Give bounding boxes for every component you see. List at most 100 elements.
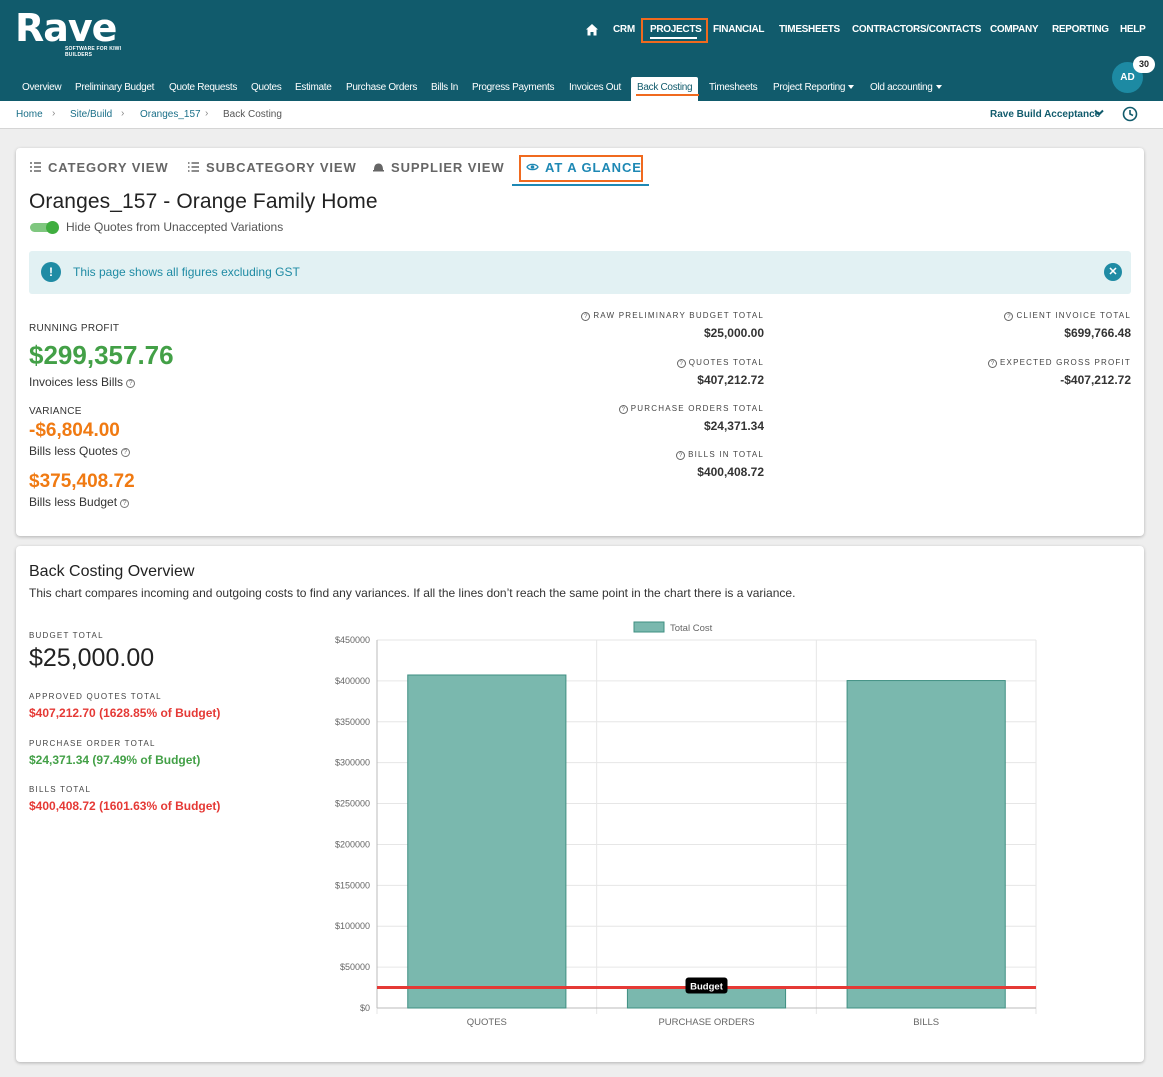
variance-label: VARIANCE <box>29 406 82 417</box>
x-tick-label: BILLS <box>913 1017 939 1028</box>
stat-client-invoice-total: ? CLIENT INVOICE TOTAL $699,766.48 <box>1004 311 1131 340</box>
tab-subcategory-view-label: SUBCATEGORY VIEW <box>206 160 357 175</box>
nav-company[interactable]: COMPANY <box>990 18 1039 42</box>
y-tick-label: $300000 <box>335 758 370 768</box>
stat-expected-gross-profit: ? EXPECTED GROSS PROFIT -$407,212.72 <box>988 358 1131 387</box>
y-tick-label: $50000 <box>340 962 370 972</box>
overview-title: Back Costing Overview <box>29 563 195 580</box>
tab-subcategory-view[interactable]: SUBCATEGORY VIEW <box>187 160 357 175</box>
hide-quotes-toggle[interactable] <box>30 221 60 234</box>
stat-quotes-total: ? QUOTES TOTAL $407,212.72 <box>676 358 764 387</box>
at-a-glance-card: CATEGORY VIEW SUBCATEGORY VIEW SUPPLIER … <box>16 148 1144 536</box>
budget-variance-sub-label: Bills less Budget <box>29 495 118 509</box>
budget-total-label: BUDGET TOTAL <box>29 631 104 640</box>
info-icon: ! <box>41 262 61 282</box>
nav-financial[interactable]: FINANCIAL <box>713 18 764 42</box>
at-a-glance-highlight-box <box>519 155 643 182</box>
y-tick-label: $100000 <box>335 921 370 931</box>
variance-sub-label: Bills less Quotes <box>29 444 118 458</box>
stat-label: QUOTES TOTAL <box>688 358 764 367</box>
stat-label: PURCHASE ORDERS TOTAL <box>630 404 764 413</box>
active-tab-indicator <box>512 184 649 186</box>
clock-icon[interactable] <box>1122 106 1138 122</box>
list-icon <box>30 162 41 172</box>
subnav-back-costing[interactable]: Back Costing <box>631 77 699 101</box>
stat-value: -$407,212.72 <box>1060 373 1131 387</box>
back-costing-chart: $0 $50000 $100000 $150000 $200000 $250000 $300… <box>320 614 1050 1034</box>
toggle-knob <box>46 221 59 234</box>
running-profit-value: $299,357.76 <box>29 340 174 370</box>
stat-value: $699,766.48 <box>1064 326 1131 340</box>
help-circle-icon[interactable]: ? <box>676 451 686 460</box>
nav-crm[interactable]: CRM <box>613 18 635 42</box>
y-tick-label: $350000 <box>335 717 370 727</box>
bar <box>407 674 567 1009</box>
y-tick-label: $250000 <box>335 799 370 809</box>
help-circle-icon[interactable]: ? <box>126 379 136 388</box>
chevron-down-icon <box>848 85 855 90</box>
logo-tagline: SOFTWARE FOR KIWI BUILDERS <box>65 46 122 58</box>
breadcrumb-site-build[interactable]: Site/Build <box>70 109 112 120</box>
y-tick-label: $450000 <box>335 635 370 645</box>
breadcrumb-project[interactable]: Oranges_157 <box>140 109 201 120</box>
y-tick-label: $0 <box>360 1003 370 1013</box>
y-tick-label: $200000 <box>335 839 370 849</box>
notification-badge[interactable]: 30 <box>1133 56 1155 73</box>
tab-category-view[interactable]: CATEGORY VIEW <box>29 160 169 175</box>
breadcrumb-home[interactable]: Home <box>16 109 43 120</box>
help-circle-icon[interactable]: ? <box>618 405 628 414</box>
tab-supplier-view[interactable]: SUPPLIER VIEW <box>372 160 505 175</box>
stat-value: $25,000.00 <box>703 326 764 340</box>
subnav-progress-payments[interactable]: Progress Payments <box>472 77 554 101</box>
subnav-quote-requests[interactable]: Quote Requests <box>169 77 237 101</box>
help-circle-icon[interactable]: ? <box>676 359 686 368</box>
variance-value: -$6,804.00 <box>29 420 120 441</box>
subnav-quotes[interactable]: Quotes <box>251 77 282 101</box>
subnav-estimate[interactable]: Estimate <box>295 77 332 101</box>
nav-reporting[interactable]: REPORTING <box>1052 18 1109 42</box>
po-total-label: PURCHASE ORDER TOTAL <box>29 739 156 748</box>
sublist-icon <box>188 162 199 172</box>
top-navigation-bar: Rave SOFTWARE FOR KIWI BUILDERS CRM PROJ… <box>0 0 1163 101</box>
gst-info-alert: ! This page shows all figures excluding … <box>29 251 1131 294</box>
close-icon[interactable]: ✕ <box>1104 263 1122 281</box>
projects-highlight-box <box>641 18 708 43</box>
project-selector[interactable]: Rave Build Acceptance <box>990 109 1100 120</box>
help-circle-icon[interactable]: ? <box>581 312 591 321</box>
bar <box>846 680 1006 1009</box>
budget-total-value: $25,000.00 <box>29 644 155 672</box>
nav-help[interactable]: HELP <box>1120 18 1146 42</box>
hide-quotes-toggle-label: Hide Quotes from Unaccepted Variations <box>66 220 284 234</box>
chevron-down-icon[interactable] <box>1094 109 1104 117</box>
subnav-old-accounting[interactable]: Old accounting <box>870 77 942 101</box>
tab-supplier-view-label: SUPPLIER VIEW <box>391 160 505 175</box>
stat-label: CLIENT INVOICE TOTAL <box>1016 311 1131 320</box>
subnav-preliminary-budget[interactable]: Preliminary Budget <box>75 77 154 101</box>
bills-total-label: BILLS TOTAL <box>29 785 92 794</box>
help-circle-icon[interactable]: ? <box>120 448 130 457</box>
subnav-bills-in[interactable]: Bills In <box>431 77 458 101</box>
project-title: Oranges_157 - Orange Family Home <box>29 190 378 213</box>
help-circle-icon[interactable]: ? <box>1004 312 1014 321</box>
subnav-invoices-out[interactable]: Invoices Out <box>569 77 621 101</box>
subnav-purchase-orders[interactable]: Purchase Orders <box>346 77 417 101</box>
subnav-timesheets[interactable]: Timesheets <box>709 77 758 101</box>
help-circle-icon[interactable]: ? <box>120 499 130 508</box>
subnav-project-reporting[interactable]: Project Reporting <box>773 77 855 101</box>
approved-quotes-label: APPROVED QUOTES TOTAL <box>29 692 162 701</box>
nav-contractors-contacts[interactable]: CONTRACTORS/CONTACTS <box>852 18 981 42</box>
budget-variance-sub: Bills less Budget? <box>29 495 130 509</box>
help-circle-icon[interactable]: ? <box>988 359 997 368</box>
legend-label: Total Cost <box>670 623 713 634</box>
running-profit-sub: Invoices less Bills? <box>29 375 136 389</box>
nav-timesheets[interactable]: TIMESHEETS <box>779 18 840 42</box>
main-nav: CRM PROJECTS FINANCIAL TIMESHEETS CONTRA… <box>0 18 1163 42</box>
breadcrumb-separator: › <box>205 108 209 119</box>
bills-total-value: $400,408.72 (1601.63% of Budget) <box>29 799 221 813</box>
stat-purchase-orders-total: ? PURCHASE ORDERS TOTAL $24,371.34 <box>618 404 764 433</box>
breadcrumb-bar: Home › Site/Build › Oranges_157 › Back C… <box>0 101 1163 129</box>
x-tick-label: QUOTES <box>467 1017 507 1028</box>
budget-variance-value: $375,408.72 <box>29 471 135 492</box>
stat-label: BILLS IN TOTAL <box>688 450 764 459</box>
subnav-overview[interactable]: Overview <box>22 77 62 101</box>
